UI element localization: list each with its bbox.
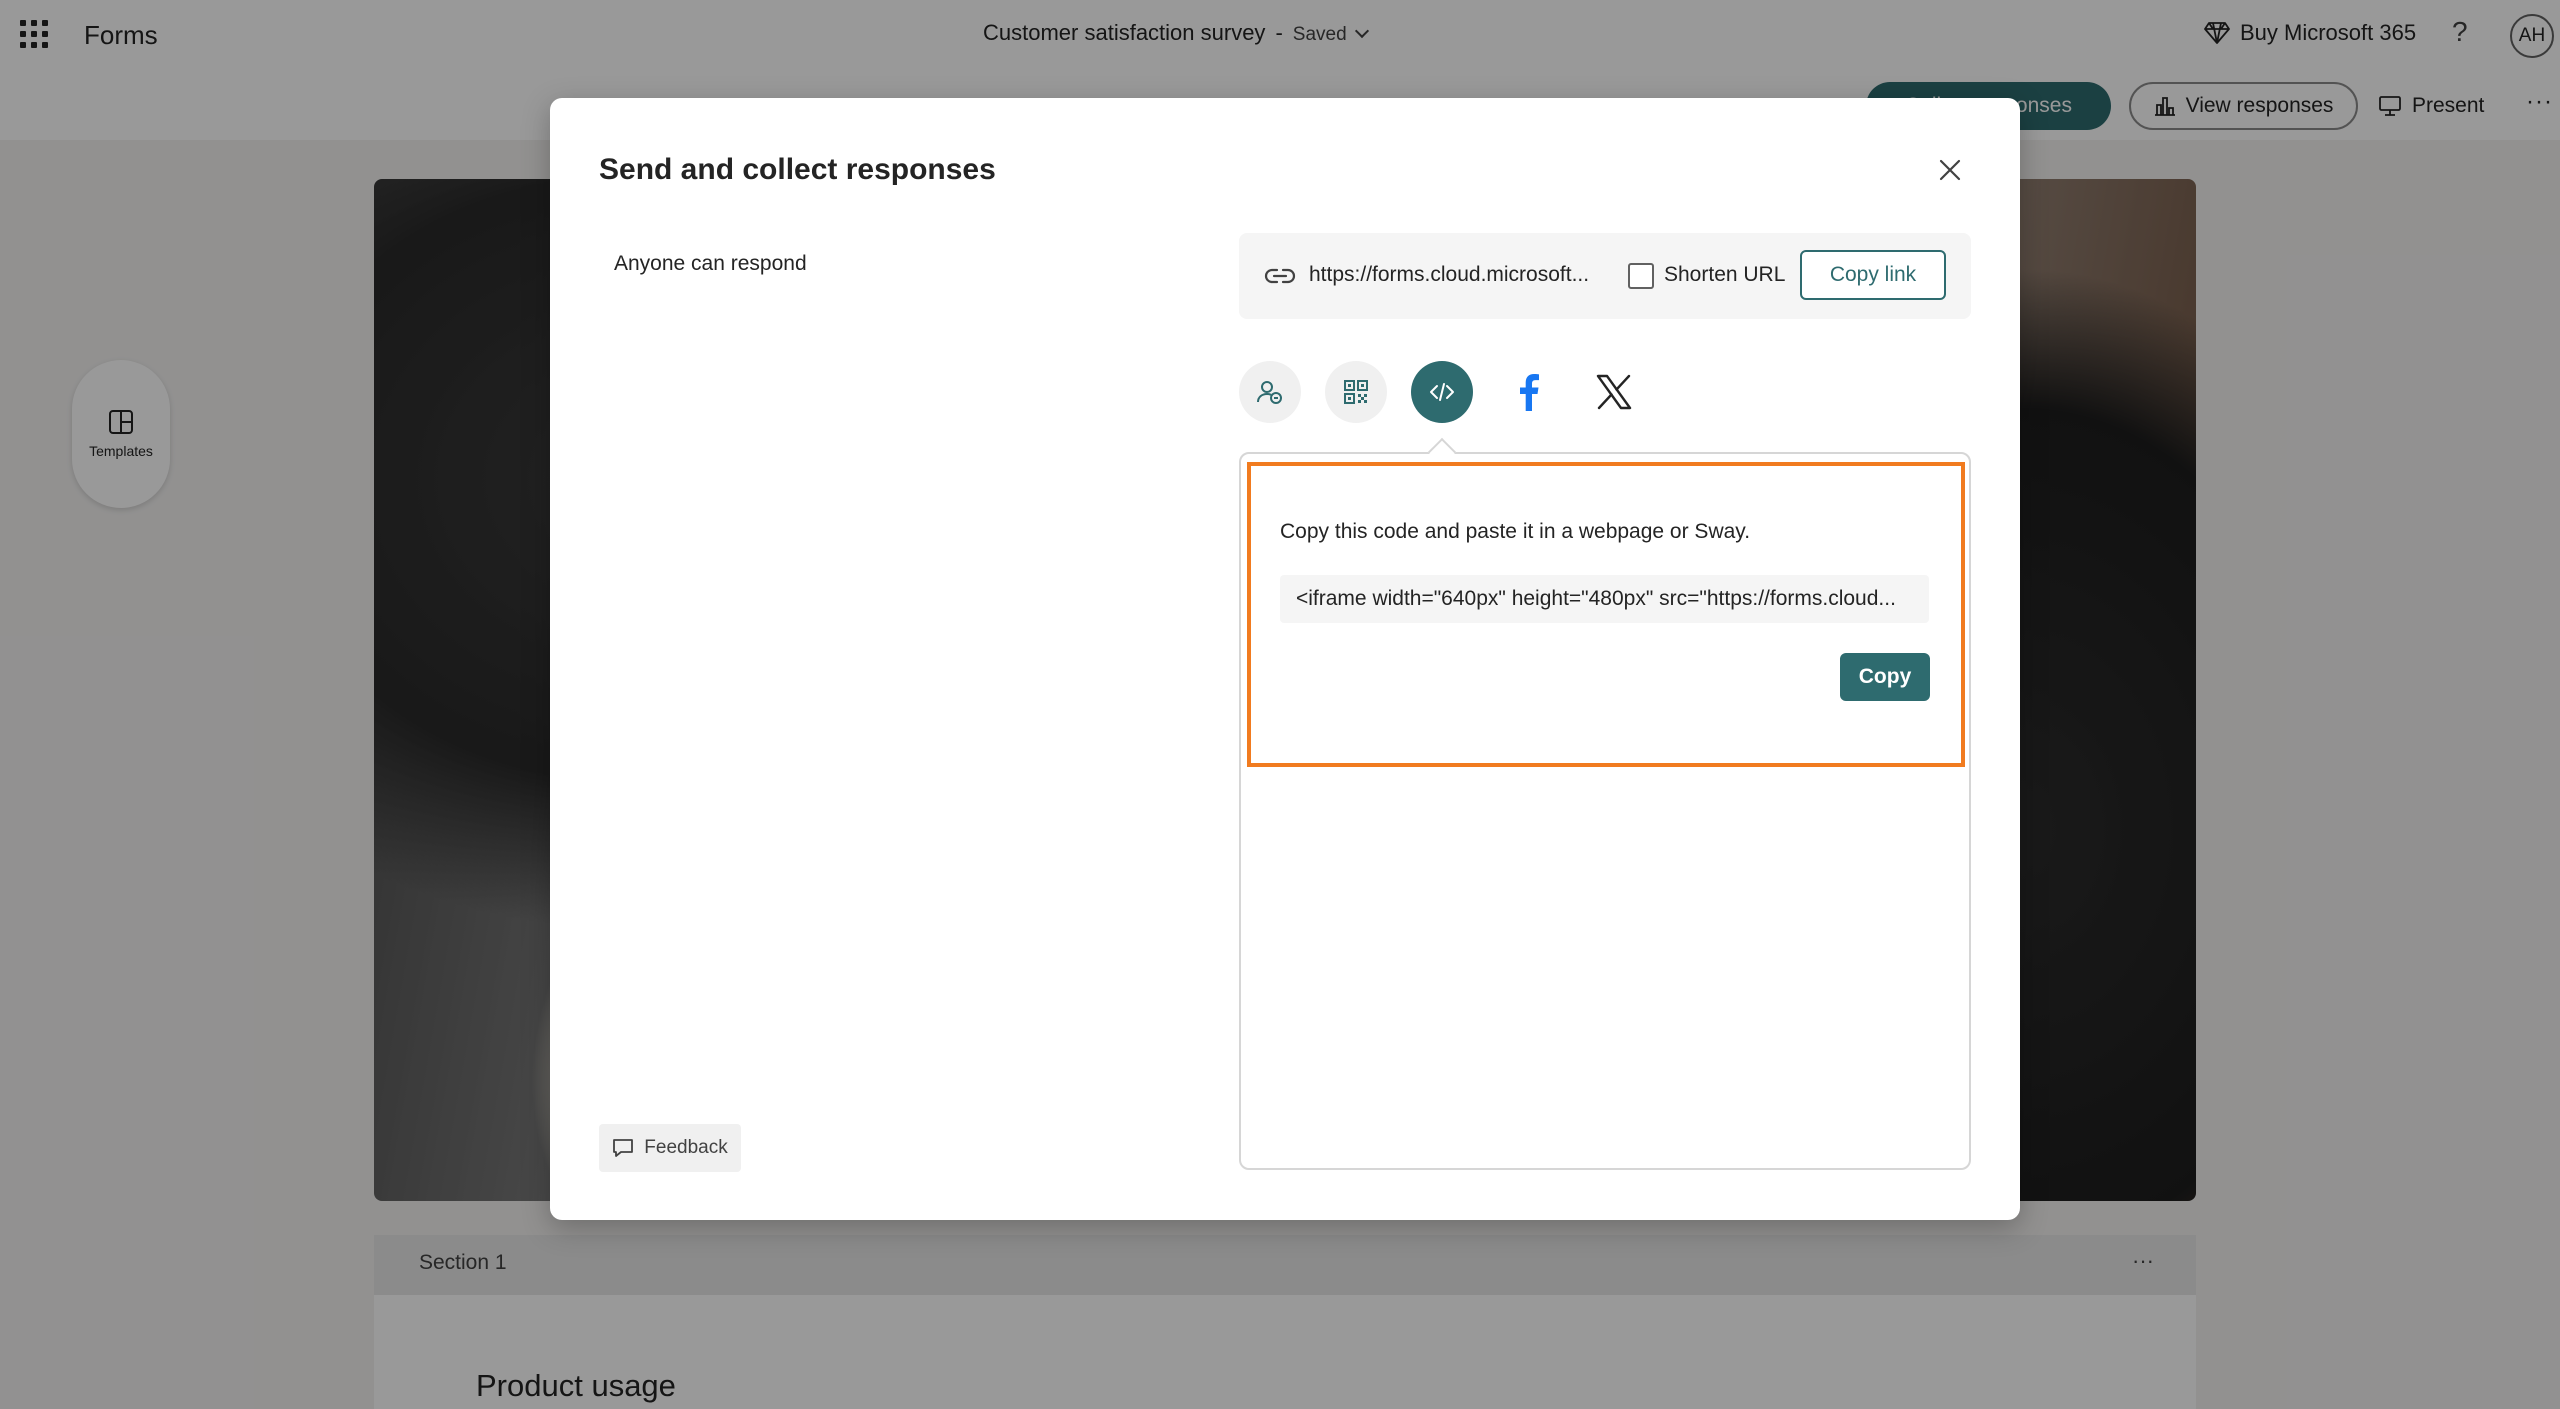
send-dialog: Send and collect responses Anyone can re… xyxy=(550,98,2020,1220)
form-link-url[interactable]: https://forms.cloud.microsoft... xyxy=(1309,263,1589,287)
collect-in-form-icon[interactable] xyxy=(1239,361,1301,423)
x-icon[interactable] xyxy=(1583,361,1645,423)
embed-code-field[interactable]: <iframe width="640px" height="480px" src… xyxy=(1280,575,1929,623)
facebook-icon[interactable] xyxy=(1497,361,1559,423)
feedback-label: Feedback xyxy=(644,1137,728,1158)
copy-button[interactable]: Copy xyxy=(1840,653,1930,701)
embed-code-icon[interactable] xyxy=(1411,361,1473,423)
shorten-url-checkbox[interactable] xyxy=(1628,263,1654,289)
comment-icon xyxy=(613,1139,634,1157)
qr-code-icon[interactable] xyxy=(1325,361,1387,423)
feedback-button[interactable]: Feedback xyxy=(599,1124,741,1172)
copy-link-button[interactable]: Copy link xyxy=(1800,250,1946,300)
link-panel: https://forms.cloud.microsoft... Shorten… xyxy=(1239,233,1971,319)
shorten-url-label[interactable]: Shorten URL xyxy=(1664,263,1785,287)
audience-selector[interactable]: Anyone can respond xyxy=(614,252,807,276)
embed-instruction: Copy this code and paste it in a webpage… xyxy=(1280,520,1751,543)
dialog-title: Send and collect responses xyxy=(599,153,996,186)
link-icon xyxy=(1264,268,1296,284)
close-icon[interactable] xyxy=(1938,158,1962,182)
